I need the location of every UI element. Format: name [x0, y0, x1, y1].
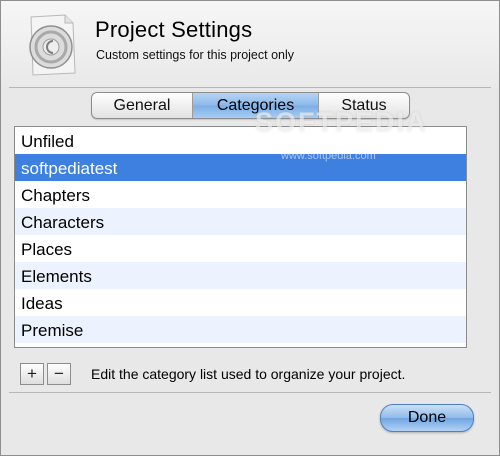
- list-item[interactable]: Chapters: [15, 181, 466, 208]
- header-divider: [9, 87, 491, 88]
- add-category-button[interactable]: +: [20, 363, 44, 385]
- list-item[interactable]: Places: [15, 235, 466, 262]
- help-text: Edit the category list used to organize …: [91, 366, 406, 382]
- header: Project Settings Custom settings for thi…: [1, 1, 499, 87]
- app-icon: [29, 14, 76, 76]
- footer-divider: [9, 392, 491, 393]
- list-item[interactable]: Ideas: [15, 289, 466, 316]
- list-item[interactable]: Characters: [15, 208, 466, 235]
- tab-categories[interactable]: Categories: [192, 93, 318, 118]
- remove-category-button[interactable]: −: [47, 363, 71, 385]
- project-settings-window: Project Settings Custom settings for thi…: [0, 0, 500, 456]
- tab-status[interactable]: Status: [318, 93, 409, 118]
- tab-bar: General Categories Status: [91, 92, 410, 119]
- category-list[interactable]: Unfiled softpediatest Chapters Character…: [14, 126, 467, 348]
- tab-general[interactable]: General: [92, 93, 192, 118]
- done-button[interactable]: Done: [380, 404, 474, 432]
- window-title: Project Settings: [95, 17, 253, 42]
- list-item[interactable]: Elements: [15, 262, 466, 289]
- list-item[interactable]: Unfiled: [15, 127, 466, 154]
- list-item[interactable]: Premise: [15, 316, 466, 343]
- list-item[interactable]: softpediatest: [15, 154, 466, 181]
- window-subtitle: Custom settings for this project only: [96, 48, 294, 62]
